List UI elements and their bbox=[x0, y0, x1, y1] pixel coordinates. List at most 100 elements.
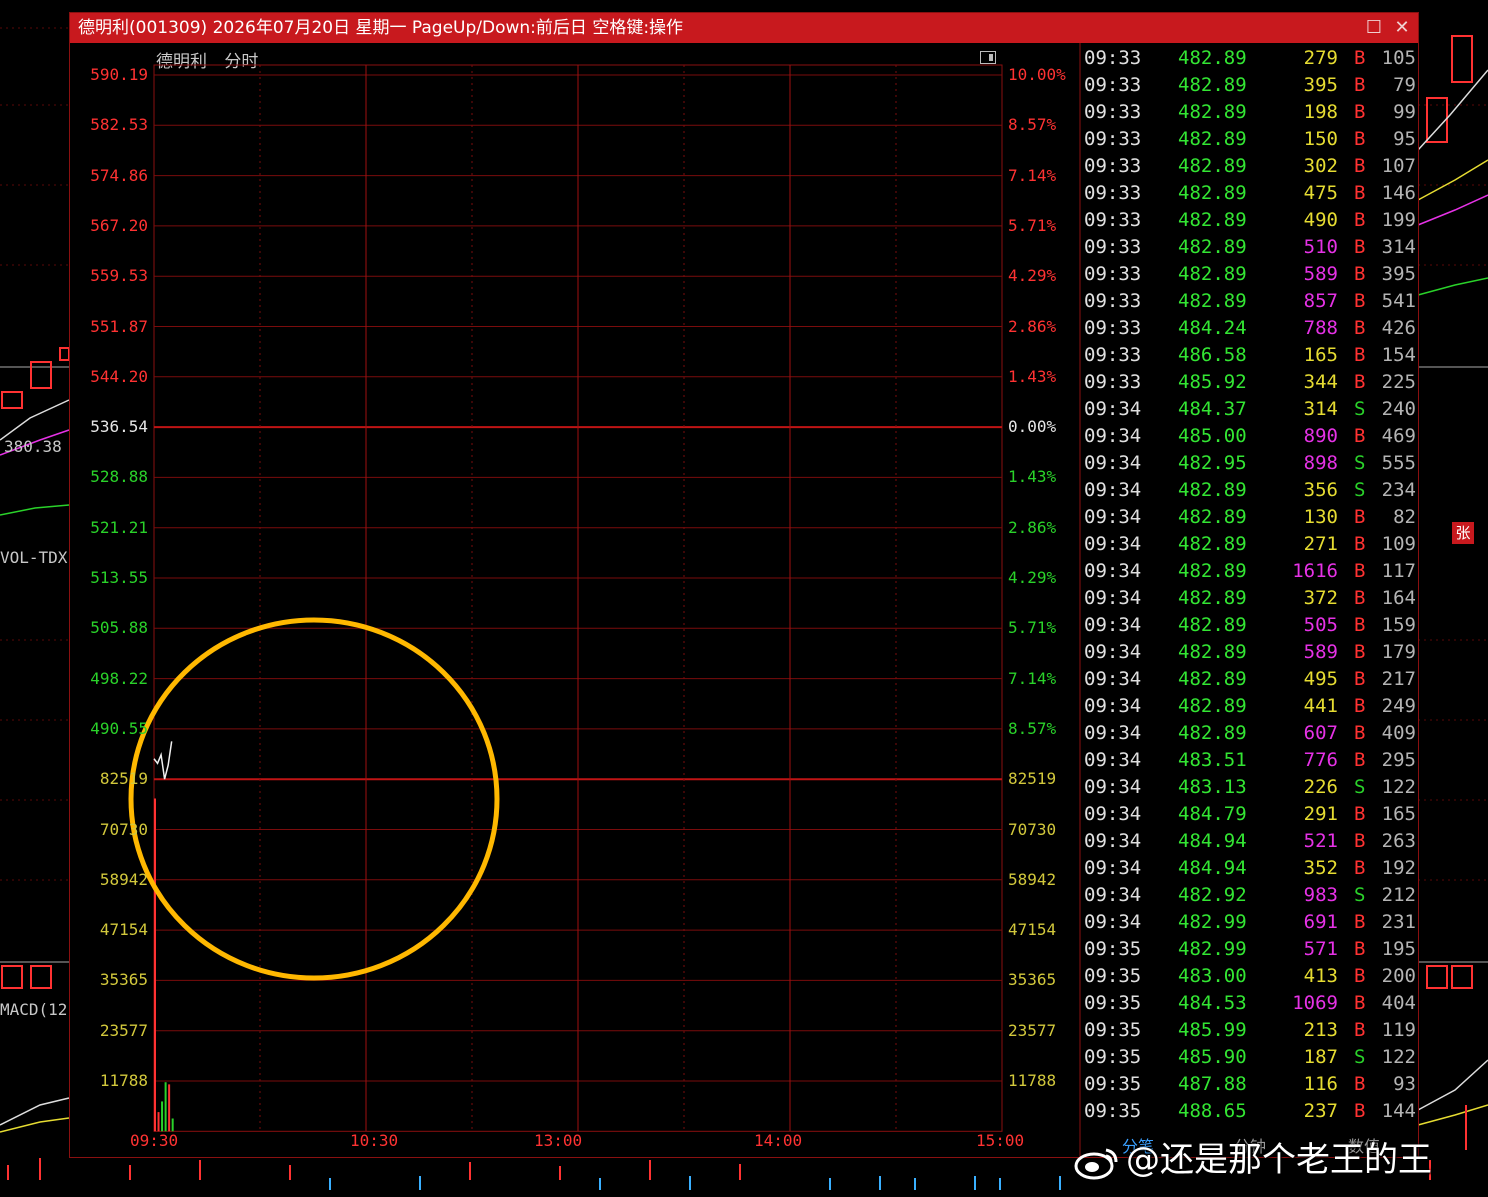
trade-row[interactable]: 09:34 482.89 372 B 164 bbox=[1082, 585, 1418, 612]
trade-count: 426 bbox=[1381, 317, 1416, 339]
trade-row[interactable]: 09:34 483.13 226 S 122 bbox=[1082, 774, 1418, 801]
trade-volume: 130 bbox=[1303, 506, 1338, 528]
trade-row[interactable]: 09:33 482.89 475 B 146 bbox=[1082, 180, 1418, 207]
trade-row[interactable]: 09:35 485.90 187 S 122 bbox=[1082, 1044, 1418, 1071]
trade-count: 79 bbox=[1393, 74, 1416, 96]
trade-price: 484.94 bbox=[1178, 857, 1247, 879]
trade-row[interactable]: 09:34 482.89 271 B 109 bbox=[1082, 531, 1418, 558]
trade-row[interactable]: 09:34 482.95 898 S 555 bbox=[1082, 450, 1418, 477]
trade-volume: 589 bbox=[1303, 263, 1338, 285]
price-tick-label: 551.87 bbox=[90, 316, 148, 336]
trade-row[interactable]: 09:35 482.99 571 B 195 bbox=[1082, 936, 1418, 963]
trade-volume: 490 bbox=[1303, 209, 1338, 231]
trade-row[interactable]: 09:34 484.79 291 B 165 bbox=[1082, 801, 1418, 828]
trade-volume: 352 bbox=[1303, 857, 1338, 879]
trade-count: 225 bbox=[1381, 371, 1416, 393]
trade-time: 09:34 bbox=[1084, 884, 1142, 906]
trade-time: 09:34 bbox=[1084, 911, 1142, 933]
trade-volume: 314 bbox=[1303, 398, 1338, 420]
trade-volume: 344 bbox=[1303, 371, 1338, 393]
time-tick-label: 13:00 bbox=[534, 1131, 583, 1150]
trade-side: B bbox=[1354, 101, 1366, 123]
trade-row[interactable]: 09:33 484.24 788 B 426 bbox=[1082, 315, 1418, 342]
trade-count: 82 bbox=[1393, 506, 1416, 528]
trade-side: B bbox=[1354, 533, 1366, 555]
trade-row[interactable]: 09:34 483.51 776 B 295 bbox=[1082, 747, 1418, 774]
trade-price: 484.94 bbox=[1178, 830, 1247, 852]
trade-side: B bbox=[1354, 749, 1366, 771]
trade-row[interactable]: 09:33 485.92 344 B 225 bbox=[1082, 369, 1418, 396]
trade-time: 09:34 bbox=[1084, 857, 1142, 879]
trade-count: 217 bbox=[1381, 668, 1416, 690]
trade-volume: 983 bbox=[1303, 884, 1338, 906]
trade-row[interactable]: 09:33 482.89 302 B 107 bbox=[1082, 153, 1418, 180]
trade-row[interactable]: 09:34 482.99 691 B 231 bbox=[1082, 909, 1418, 936]
trade-row[interactable]: 09:34 482.92 983 S 212 bbox=[1082, 882, 1418, 909]
trade-count: 93 bbox=[1393, 1073, 1416, 1095]
trade-row[interactable]: 09:34 482.89 130 B 82 bbox=[1082, 504, 1418, 531]
zhang-badge[interactable]: 张 bbox=[1452, 522, 1474, 544]
trade-row[interactable]: 09:33 482.89 857 B 541 bbox=[1082, 288, 1418, 315]
trade-row[interactable]: 09:35 487.88 116 B 93 bbox=[1082, 1071, 1418, 1098]
trade-side: B bbox=[1354, 1100, 1366, 1122]
trade-side: S bbox=[1354, 1046, 1366, 1068]
price-tick-label: 528.88 bbox=[90, 467, 148, 487]
watermark-text: @还是那个老王的王 bbox=[1126, 1140, 1432, 1180]
close-icon[interactable]: ✕ bbox=[1388, 13, 1416, 43]
trade-row[interactable]: 09:34 482.89 495 B 217 bbox=[1082, 666, 1418, 693]
volume-tick-label: 11788 bbox=[1008, 1071, 1057, 1090]
trade-time: 09:33 bbox=[1084, 128, 1142, 150]
trade-side: B bbox=[1354, 74, 1366, 96]
trade-price: 482.89 bbox=[1178, 263, 1247, 285]
trade-row[interactable]: 09:33 486.58 165 B 154 bbox=[1082, 342, 1418, 369]
volume-tick-label: 23577 bbox=[99, 1020, 148, 1040]
trade-row[interactable]: 09:33 482.89 395 B 79 bbox=[1082, 72, 1418, 99]
trade-time: 09:35 bbox=[1084, 992, 1142, 1014]
trade-count: 119 bbox=[1381, 1019, 1416, 1041]
trade-side: B bbox=[1354, 317, 1366, 339]
trade-row[interactable]: 09:33 482.89 490 B 199 bbox=[1082, 207, 1418, 234]
trade-side: S bbox=[1354, 398, 1366, 420]
trade-side: B bbox=[1354, 668, 1366, 690]
trade-row[interactable]: 09:34 484.94 521 B 263 bbox=[1082, 828, 1418, 855]
trade-count: 469 bbox=[1381, 425, 1416, 447]
trade-time: 09:33 bbox=[1084, 371, 1142, 393]
background-price-label: 380.38 bbox=[4, 437, 62, 456]
trade-count: 263 bbox=[1381, 830, 1416, 852]
trade-row[interactable]: 09:33 482.89 150 B 95 bbox=[1082, 126, 1418, 153]
trade-count: 95 bbox=[1393, 128, 1416, 150]
time-tick-label: 15:00 bbox=[976, 1131, 1025, 1150]
trade-time: 09:34 bbox=[1084, 506, 1142, 528]
trade-row[interactable]: 09:35 485.99 213 B 119 bbox=[1082, 1017, 1418, 1044]
trade-row[interactable]: 09:35 488.65 237 B 144 bbox=[1082, 1098, 1418, 1125]
trade-row[interactable]: 09:35 484.53 1069 B 404 bbox=[1082, 990, 1418, 1017]
trade-row[interactable]: 09:34 485.00 890 B 469 bbox=[1082, 423, 1418, 450]
trade-row[interactable]: 09:34 482.89 589 B 179 bbox=[1082, 639, 1418, 666]
trade-row[interactable]: 09:33 482.89 510 B 314 bbox=[1082, 234, 1418, 261]
trade-row[interactable]: 09:33 482.89 198 B 99 bbox=[1082, 99, 1418, 126]
price-tick-label: 505.88 bbox=[90, 618, 148, 638]
trade-volume: 441 bbox=[1303, 695, 1338, 717]
maximize-icon[interactable]: ☐ bbox=[1360, 13, 1388, 43]
trade-side: B bbox=[1354, 344, 1366, 366]
trade-side: B bbox=[1354, 695, 1366, 717]
trade-row[interactable]: 09:33 482.89 279 B 105 bbox=[1082, 45, 1418, 72]
trade-row[interactable]: 09:34 482.89 356 S 234 bbox=[1082, 477, 1418, 504]
trade-row[interactable]: 09:33 482.89 589 B 395 bbox=[1082, 261, 1418, 288]
trade-row[interactable]: 09:34 482.89 441 B 249 bbox=[1082, 693, 1418, 720]
trade-price: 484.37 bbox=[1178, 398, 1247, 420]
intraday-chart[interactable] bbox=[70, 13, 1082, 1157]
trade-price: 482.89 bbox=[1178, 506, 1247, 528]
trade-count: 200 bbox=[1381, 965, 1416, 987]
trade-price: 485.00 bbox=[1178, 425, 1247, 447]
trade-row[interactable]: 09:34 482.89 607 B 409 bbox=[1082, 720, 1418, 747]
trade-row[interactable]: 09:34 484.37 314 S 240 bbox=[1082, 396, 1418, 423]
pct-tick-label: 7.14% bbox=[1008, 668, 1057, 688]
trade-row[interactable]: 09:34 482.89 1616 B 117 bbox=[1082, 558, 1418, 585]
highlight-circle bbox=[128, 617, 500, 981]
price-tick-label: 521.21 bbox=[90, 517, 148, 537]
trade-row[interactable]: 09:34 484.94 352 B 192 bbox=[1082, 855, 1418, 882]
trade-row[interactable]: 09:34 482.89 505 B 159 bbox=[1082, 612, 1418, 639]
trade-side: S bbox=[1354, 884, 1366, 906]
trade-row[interactable]: 09:35 483.00 413 B 200 bbox=[1082, 963, 1418, 990]
